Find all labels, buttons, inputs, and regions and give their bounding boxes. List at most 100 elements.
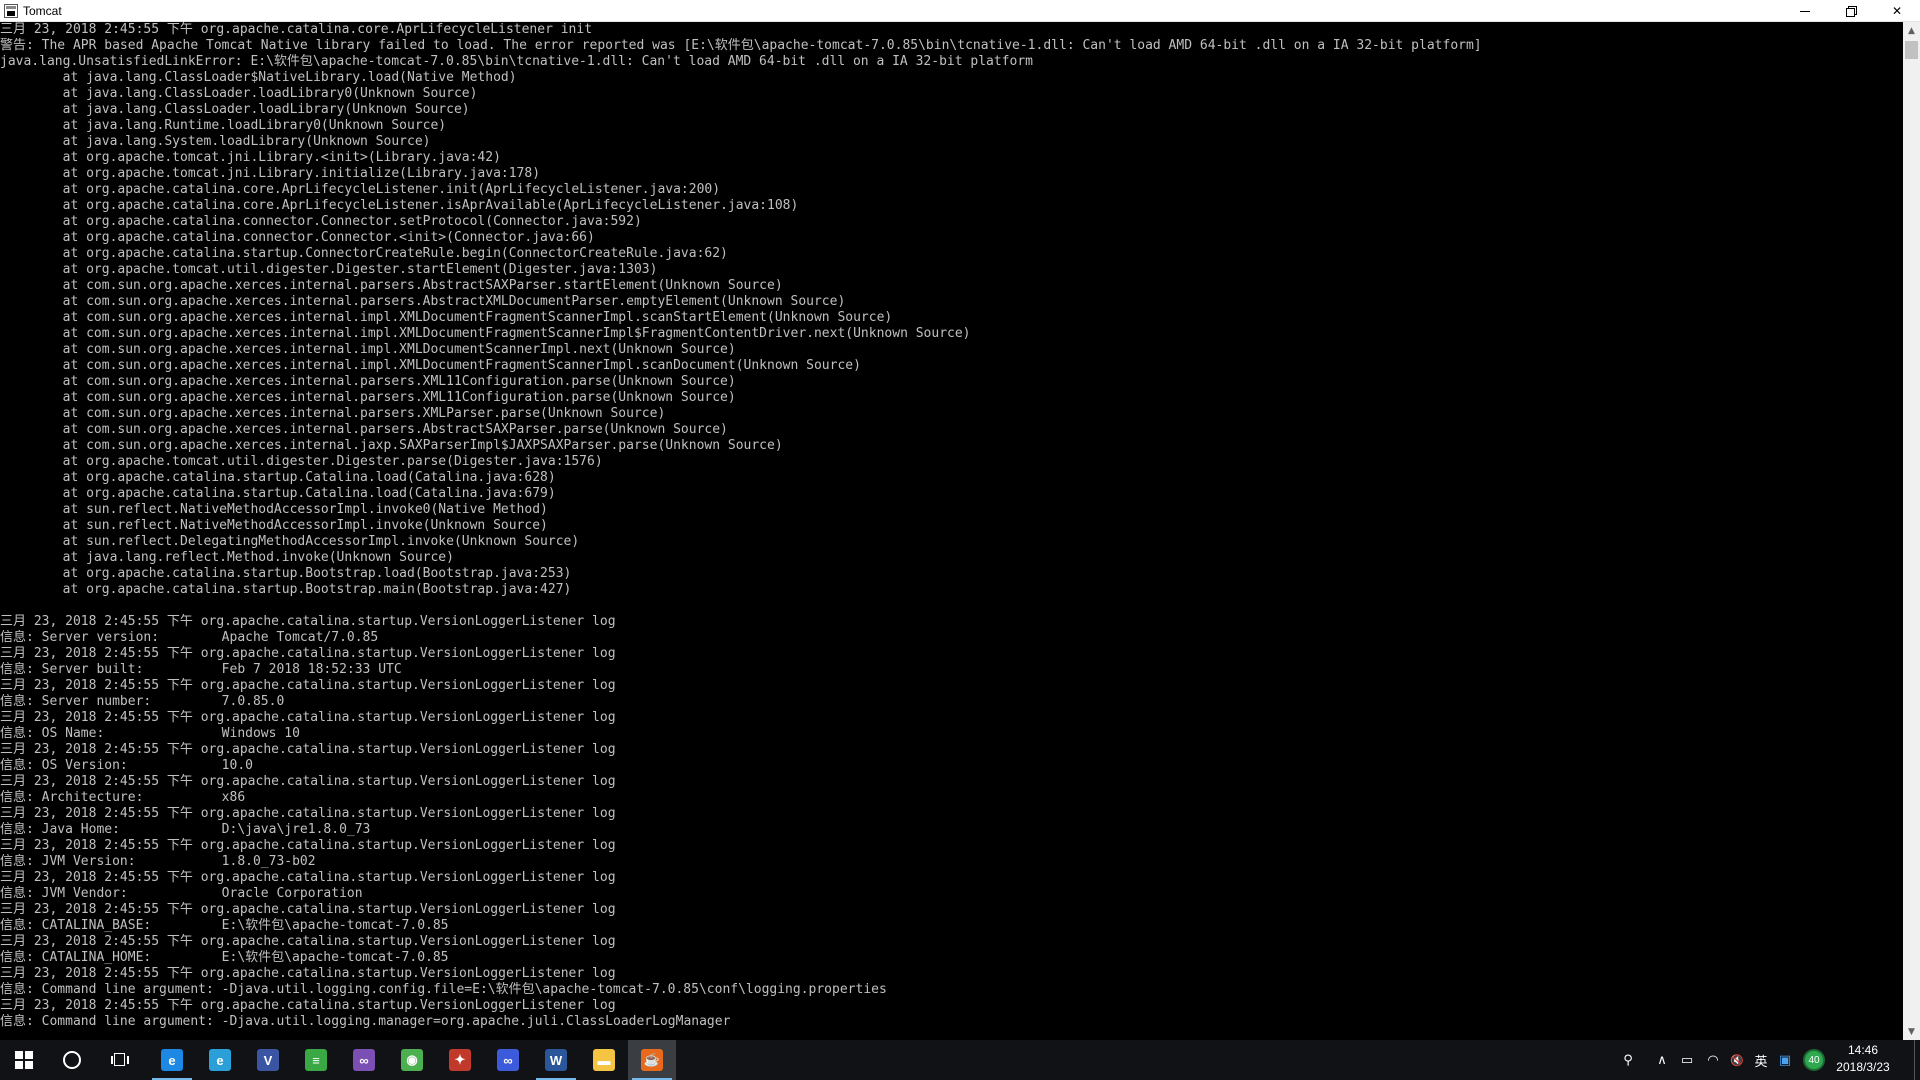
console-line: at org.apache.catalina.connector.Connect…	[0, 214, 642, 229]
console-line: at org.apache.catalina.core.AprLifecycle…	[0, 182, 721, 197]
console-line: at org.apache.catalina.startup.Catalina.…	[0, 486, 556, 501]
console-line: 三月 23, 2018 2:45:55 下午 org.apache.catali…	[0, 806, 616, 821]
restore-button[interactable]	[1828, 0, 1874, 22]
cortana-button[interactable]	[48, 1040, 96, 1080]
console-line: at java.lang.ClassLoader.loadLibrary(Unk…	[0, 102, 470, 117]
input-method-button[interactable]: 英	[1750, 1040, 1772, 1080]
close-button[interactable]: ✕	[1874, 0, 1920, 22]
notification-count-badge: 40	[1803, 1049, 1825, 1071]
taskbar-app-button[interactable]: ▬	[580, 1040, 628, 1080]
wifi-icon: ◠	[1707, 1052, 1719, 1068]
console-line: at org.apache.catalina.startup.Connector…	[0, 246, 728, 261]
console-line: at java.lang.reflect.Method.invoke(Unkno…	[0, 550, 454, 565]
battery-button[interactable]: ▭	[1676, 1040, 1698, 1080]
cortana-circle-icon	[63, 1051, 81, 1069]
console-line: 信息: Server built: Feb 7 2018 18:52:33 UT…	[0, 662, 402, 677]
vertical-scrollbar[interactable]: ▲ ▼	[1903, 22, 1920, 1040]
console-line: 三月 23, 2018 2:45:55 下午 org.apache.catali…	[0, 22, 593, 37]
clock[interactable]: 14:46 2018/3/23	[1830, 1042, 1896, 1078]
console-line: 信息: CATALINA_BASE: E:\软件包\apache-tomcat-…	[0, 918, 449, 933]
console-line: 信息: Command line argument: -Djava.util.l…	[0, 1014, 731, 1029]
notification-badge-button[interactable]: 40	[1800, 1040, 1828, 1080]
people-button[interactable]: ⚲	[1616, 1040, 1640, 1080]
taskbar-app-button[interactable]: ✦	[436, 1040, 484, 1080]
console-line: 三月 23, 2018 2:45:55 下午 org.apache.catali…	[0, 614, 616, 629]
console-line: 信息: Server version: Apache Tomcat/7.0.85	[0, 630, 379, 645]
task-view-button[interactable]	[96, 1040, 144, 1080]
console-line: 信息: JVM Version: 1.8.0_73-b02	[0, 854, 316, 869]
green-app-icon: ≡	[305, 1049, 327, 1071]
console-line: 信息: JVM Vendor: Oracle Corporation	[0, 886, 363, 901]
console-line: 三月 23, 2018 2:45:55 下午 org.apache.catali…	[0, 678, 616, 693]
taskbar-app-button[interactable]: e	[196, 1040, 244, 1080]
minimize-icon	[1800, 10, 1810, 12]
badge-count: 40	[1808, 1054, 1820, 1066]
show-desktop-button[interactable]	[1914, 1040, 1920, 1080]
console-line: at org.apache.catalina.startup.Catalina.…	[0, 470, 556, 485]
console-line: 三月 23, 2018 2:45:55 下午 org.apache.catali…	[0, 774, 616, 789]
taskbar-app-button[interactable]: ≡	[292, 1040, 340, 1080]
messaging-button[interactable]: ▣	[1774, 1040, 1796, 1080]
show-hidden-icons-button[interactable]: ∧	[1652, 1040, 1672, 1080]
start-button[interactable]	[0, 1040, 48, 1080]
console-line: 警告: The APR based Apache Tomcat Native l…	[0, 38, 1482, 53]
console-line: at com.sun.org.apache.xerces.internal.ja…	[0, 438, 783, 453]
java-icon: ☕	[641, 1049, 663, 1071]
title-bar[interactable]: Tomcat ✕	[0, 0, 1920, 22]
minimize-button[interactable]	[1782, 0, 1828, 22]
browser-icon: e	[209, 1049, 231, 1071]
console-line: 信息: Command line argument: -Djava.util.l…	[0, 982, 887, 997]
console-line: 三月 23, 2018 2:45:55 下午 org.apache.catali…	[0, 742, 616, 757]
console-line: at com.sun.org.apache.xerces.internal.im…	[0, 326, 971, 341]
console-line: 信息: OS Version: 10.0	[0, 758, 253, 773]
console-line: at sun.reflect.NativeMethodAccessorImpl.…	[0, 502, 548, 517]
console-app-icon[interactable]	[4, 4, 18, 18]
console-line: 信息: Java Home: D:\java\jre1.8.0_73	[0, 822, 371, 837]
scroll-down-arrow-icon[interactable]: ▼	[1903, 1023, 1920, 1040]
scrollbar-thumb[interactable]	[1905, 41, 1918, 59]
console-line: at org.apache.catalina.core.AprLifecycle…	[0, 198, 799, 213]
taskbar-app-button[interactable]: ◉	[388, 1040, 436, 1080]
console-output[interactable]: 三月 23, 2018 2:45:55 下午 org.apache.catali…	[0, 22, 1903, 1040]
taskbar-app-button[interactable]: ☕	[628, 1040, 676, 1080]
console-line: at com.sun.org.apache.xerces.internal.pa…	[0, 294, 846, 309]
taskbar-app-button[interactable]: V	[244, 1040, 292, 1080]
infinity-app-icon: ∞	[497, 1049, 519, 1071]
console-line: at com.sun.org.apache.xerces.internal.im…	[0, 310, 893, 325]
console-line: at org.apache.tomcat.jni.Library.<init>(…	[0, 150, 501, 165]
windows-logo-icon	[15, 1051, 33, 1069]
console-line: at org.apache.tomcat.jni.Library.initial…	[0, 166, 541, 181]
taskbar-app-button[interactable]: ∞	[340, 1040, 388, 1080]
console-line: at com.sun.org.apache.xerces.internal.pa…	[0, 278, 783, 293]
console-line: 三月 23, 2018 2:45:55 下午 org.apache.catali…	[0, 838, 616, 853]
volume-muted-icon: 🔇	[1730, 1053, 1744, 1067]
battery-icon: ▭	[1680, 1052, 1694, 1068]
console-line: 三月 23, 2018 2:45:55 下午 org.apache.catali…	[0, 902, 616, 917]
console-line: at sun.reflect.NativeMethodAccessorImpl.…	[0, 518, 548, 533]
close-icon: ✕	[1891, 4, 1903, 18]
taskbar-app-button[interactable]: ∞	[484, 1040, 532, 1080]
android-icon: ◉	[401, 1049, 423, 1071]
restore-icon	[1846, 6, 1857, 17]
word-icon: W	[545, 1049, 567, 1071]
network-button[interactable]: ◠	[1702, 1040, 1724, 1080]
visual-studio-icon: ∞	[353, 1049, 375, 1071]
tomcat-console-window: Tomcat ✕ 三月 23, 2018 2:45:55 下午 org.apac…	[0, 0, 1920, 1040]
edge-icon: e	[161, 1049, 183, 1071]
scroll-up-arrow-icon[interactable]: ▲	[1903, 22, 1920, 39]
console-line: 三月 23, 2018 2:45:55 下午 org.apache.catali…	[0, 966, 616, 981]
console-line: at java.lang.ClassLoader$NativeLibrary.l…	[0, 70, 517, 85]
console-line: 信息: OS Name: Windows 10	[0, 726, 300, 741]
console-line: 三月 23, 2018 2:45:55 下午 org.apache.catali…	[0, 646, 616, 661]
console-line: 信息: CATALINA_HOME: E:\软件包\apache-tomcat-…	[0, 950, 449, 965]
clock-time: 14:46	[1847, 1043, 1879, 1057]
taskbar-app-button[interactable]: W	[532, 1040, 580, 1080]
console-line: at java.lang.ClassLoader.loadLibrary0(Un…	[0, 86, 478, 101]
paint-app-icon: ✦	[449, 1049, 471, 1071]
console-line: at org.apache.catalina.connector.Connect…	[0, 230, 595, 245]
volume-button[interactable]: 🔇	[1726, 1040, 1748, 1080]
file-explorer-icon: ▬	[593, 1049, 615, 1071]
taskbar-app-button[interactable]: e	[148, 1040, 196, 1080]
clock-date: 2018/3/23	[1836, 1060, 1890, 1074]
